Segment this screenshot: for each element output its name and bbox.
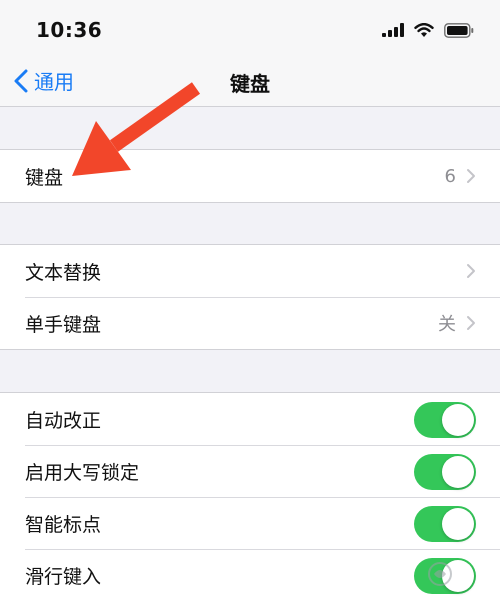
caps-lock-label: 启用大写锁定 xyxy=(25,461,140,484)
status-bar: 10:36 xyxy=(0,0,500,58)
one-handed-keyboard-value: 关 xyxy=(438,314,456,335)
one-handed-keyboard-label: 单手键盘 xyxy=(25,313,102,336)
status-time: 10:36 xyxy=(36,18,103,42)
chevron-right-icon xyxy=(467,264,475,278)
wifi-icon xyxy=(414,22,434,37)
watermark-logo xyxy=(428,562,452,586)
signal-icon xyxy=(382,23,404,37)
one-handed-keyboard-row[interactable]: 单手键盘 关 xyxy=(0,297,500,349)
keyboards-label: 键盘 xyxy=(25,166,64,189)
toggle-knob xyxy=(442,508,474,540)
chevron-right-icon xyxy=(467,169,475,183)
toggle-knob xyxy=(442,404,474,436)
smart-punctuation-row: 智能标点 xyxy=(0,497,500,549)
smart-punctuation-label: 智能标点 xyxy=(25,513,102,536)
keyboards-group: 键盘 6 xyxy=(0,149,500,203)
battery-icon xyxy=(444,22,474,38)
auto-correct-row: 自动改正 xyxy=(0,393,500,445)
auto-correct-label: 自动改正 xyxy=(25,409,102,432)
text-replacement-row[interactable]: 文本替换 xyxy=(0,245,500,297)
keyboards-row[interactable]: 键盘 6 xyxy=(0,150,500,202)
navigation-bar: 通用 键盘 xyxy=(0,58,500,107)
page-title: 键盘 xyxy=(230,72,270,96)
caps-lock-toggle[interactable] xyxy=(414,454,476,490)
status-icons xyxy=(382,20,474,40)
text-replacement-label: 文本替换 xyxy=(25,261,102,284)
caps-lock-row: 启用大写锁定 xyxy=(0,445,500,497)
toggle-knob xyxy=(442,456,474,488)
text-group: 文本替换 单手键盘 关 xyxy=(0,244,500,350)
smart-punctuation-toggle[interactable] xyxy=(414,506,476,542)
chevron-right-icon xyxy=(467,316,475,330)
auto-correct-toggle[interactable] xyxy=(414,402,476,438)
keyboards-count: 6 xyxy=(444,165,456,187)
